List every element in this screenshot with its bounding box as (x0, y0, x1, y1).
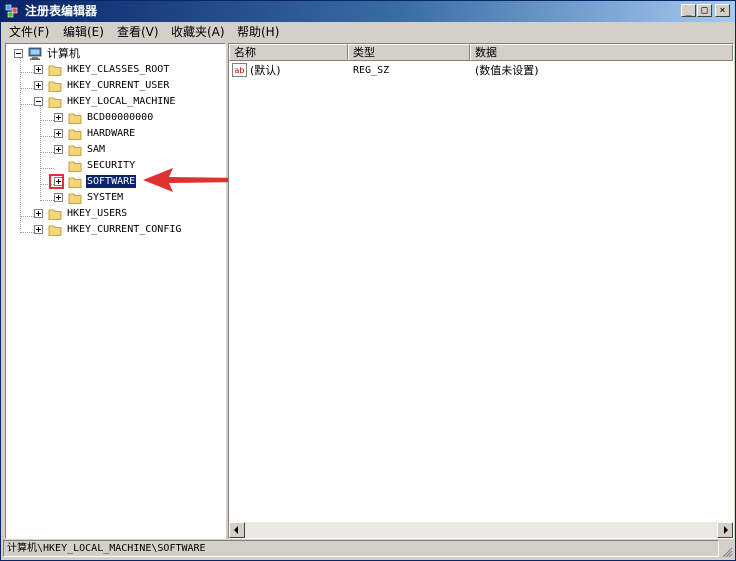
tree-label: HKEY_USERS (67, 208, 128, 219)
expand-toggle[interactable] (34, 65, 43, 74)
registry-editor-window: 注册表编辑器 _ □ × 文件(F) 编辑(E) 查看(V) 收藏夹(A) 帮助… (0, 0, 736, 561)
maximize-button[interactable]: □ (697, 4, 712, 17)
tree-label: SAM (87, 144, 106, 155)
folder-icon (48, 209, 62, 220)
registry-values-pane[interactable]: 名称 类型 数据 ab (默认) REG_SZ (数值未设置) (228, 43, 734, 539)
ab-string-icon: ab (232, 63, 247, 77)
resize-grip-icon[interactable] (721, 546, 733, 558)
svg-text:ab: ab (235, 66, 245, 75)
tree-item-sam[interactable]: SAM (6, 142, 225, 158)
tree-item-hardware[interactable]: HARDWARE (6, 126, 225, 142)
expand-toggle[interactable] (34, 209, 43, 218)
value-data: (数值未设置) (475, 64, 539, 77)
tree-root-computer[interactable]: 计算机 (6, 46, 225, 62)
tree-label: SYSTEM (87, 192, 124, 203)
tree-item-hkey-classes-root[interactable]: HKEY_CLASSES_ROOT (6, 62, 225, 78)
tree-label: HKEY_LOCAL_MACHINE (67, 96, 176, 107)
expand-toggle[interactable] (34, 225, 43, 234)
tree-item-hkey-current-config[interactable]: HKEY_CURRENT_CONFIG (6, 222, 225, 238)
tree-item-hkey-local-machine[interactable]: HKEY_LOCAL_MACHINE (6, 94, 225, 110)
tree-label: HKEY_CLASSES_ROOT (67, 64, 170, 75)
window-title: 注册表编辑器 (25, 4, 98, 18)
registry-tree-pane[interactable]: 计算机 HKEY_CLASSES_ROOT HKEY_CURRENT_USER … (5, 43, 226, 539)
status-path: 计算机\HKEY_LOCAL_MACHINE\SOFTWARE (7, 543, 206, 554)
folder-icon (68, 145, 82, 156)
value-type: REG_SZ (353, 65, 390, 76)
highlight-box (49, 174, 64, 189)
tree-item-hkey-current-user[interactable]: HKEY_CURRENT_USER (6, 78, 225, 94)
column-header-data[interactable]: 数据 (470, 44, 733, 61)
menu-favorites[interactable]: 收藏夹(A) (171, 25, 225, 40)
tree-label: BCD00000000 (87, 112, 154, 123)
tree-item-bcd00000000[interactable]: BCD00000000 (6, 110, 225, 126)
column-header-name[interactable]: 名称 (229, 44, 348, 61)
folder-icon (48, 81, 62, 92)
column-header-type[interactable]: 类型 (348, 44, 470, 61)
folder-icon (68, 113, 82, 124)
title-bar[interactable]: 注册表编辑器 _ □ × (1, 1, 735, 22)
horizontal-scrollbar[interactable] (229, 522, 733, 538)
folder-icon (68, 161, 82, 172)
minimize-button[interactable]: _ (681, 4, 696, 17)
tree-label: HARDWARE (87, 128, 136, 139)
arrow-left-icon (234, 526, 238, 534)
folder-icon (48, 65, 62, 76)
folder-open-icon (48, 97, 62, 108)
menu-edit[interactable]: 编辑(E) (63, 25, 104, 40)
registry-app-icon (5, 4, 18, 18)
collapse-toggle[interactable] (14, 49, 23, 58)
folder-icon (48, 225, 62, 236)
menu-bar: 文件(F) 编辑(E) 查看(V) 收藏夹(A) 帮助(H) (1, 23, 735, 42)
expand-toggle[interactable] (34, 81, 43, 90)
value-name: (默认) (250, 64, 281, 77)
collapse-toggle[interactable] (34, 97, 43, 106)
expand-toggle[interactable] (54, 113, 63, 122)
tree-label: HKEY_CURRENT_USER (67, 80, 170, 91)
expand-toggle[interactable] (54, 193, 63, 202)
scroll-right-button[interactable] (717, 522, 733, 538)
menu-file[interactable]: 文件(F) (9, 25, 49, 40)
menu-view[interactable]: 查看(V) (117, 25, 159, 40)
folder-icon (68, 193, 82, 204)
computer-icon (28, 47, 42, 60)
folder-icon (68, 177, 82, 188)
close-button[interactable]: × (715, 4, 730, 17)
scroll-left-button[interactable] (229, 522, 245, 538)
status-bar: 计算机\HKEY_LOCAL_MACHINE\SOFTWARE (3, 540, 719, 557)
tree-label: HKEY_CURRENT_CONFIG (67, 224, 182, 235)
menu-help[interactable]: 帮助(H) (237, 25, 279, 40)
arrow-right-icon (724, 526, 728, 534)
tree-label-selected: SOFTWARE (86, 175, 137, 188)
expand-toggle[interactable] (54, 129, 63, 138)
tree-item-hkey-users[interactable]: HKEY_USERS (6, 206, 225, 222)
folder-icon (68, 129, 82, 140)
tree-label: SECURITY (87, 160, 136, 171)
tree-label-computer: 计算机 (47, 47, 80, 60)
expand-toggle[interactable] (54, 145, 63, 154)
